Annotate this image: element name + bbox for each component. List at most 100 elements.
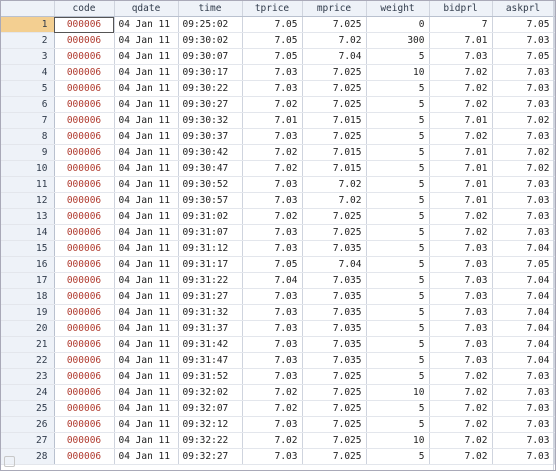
cell-mprice[interactable]: 7.025 — [302, 128, 367, 145]
cell-code[interactable]: 000006 — [54, 208, 115, 225]
column-header-weight[interactable]: weight — [366, 1, 430, 17]
cell-bidprl[interactable]: 7.02 — [429, 448, 493, 465]
cell-askprl[interactable]: 7.04 — [492, 320, 555, 337]
cell-time[interactable]: 09:32:22 — [178, 432, 243, 449]
cell-time[interactable]: 09:30:17 — [178, 64, 243, 81]
cell-tprice[interactable]: 7.03 — [242, 320, 303, 337]
cell-qdate[interactable]: 04 Jan 11 — [114, 64, 179, 81]
cell-bidprl[interactable]: 7.01 — [429, 176, 493, 193]
cell-qdate[interactable]: 04 Jan 11 — [114, 32, 179, 49]
cell-code[interactable]: 000006 — [54, 192, 115, 209]
table-row[interactable]: 26 000006 04 Jan 11 09:32:12 7.03 7.025 5 7.02 7… — [1, 416, 555, 433]
cell-time[interactable]: 09:31:22 — [178, 272, 243, 289]
cell-bidprl[interactable]: 7.03 — [429, 240, 493, 257]
column-header-bidprl[interactable]: bidprl — [429, 1, 493, 17]
table-row[interactable]: 23 000006 04 Jan 11 09:31:52 7.03 7.025 5 7.02 7… — [1, 368, 555, 385]
row-number[interactable]: 25 — [1, 400, 55, 417]
cell-bidprl[interactable]: 7.02 — [429, 96, 493, 113]
cell-code[interactable]: 000006 — [54, 256, 115, 273]
table-row[interactable]: 6 000006 04 Jan 11 09:30:27 7.02 7.025 5 7.02 7.… — [1, 96, 555, 113]
cell-time[interactable]: 09:30:37 — [178, 128, 243, 145]
cell-tprice[interactable]: 7.02 — [242, 144, 303, 161]
column-header-code[interactable]: code — [54, 1, 115, 17]
cell-time[interactable]: 09:31:07 — [178, 224, 243, 241]
cell-weight[interactable]: 5 — [366, 400, 430, 417]
cell-tprice[interactable]: 7.03 — [242, 64, 303, 81]
cell-bidprl[interactable]: 7.03 — [429, 336, 493, 353]
cell-mprice[interactable]: 7.025 — [302, 416, 367, 433]
cell-time[interactable]: 09:32:07 — [178, 400, 243, 417]
cell-bidprl[interactable]: 7.02 — [429, 432, 493, 449]
cell-time[interactable]: 09:30:27 — [178, 96, 243, 113]
cell-tprice[interactable]: 7.03 — [242, 288, 303, 305]
table-row[interactable]: 15 000006 04 Jan 11 09:31:12 7.03 7.035 5 7.03 7… — [1, 240, 555, 257]
row-number[interactable]: 15 — [1, 240, 55, 257]
cell-tprice[interactable]: 7.01 — [242, 112, 303, 129]
cell-askprl[interactable]: 7.03 — [492, 176, 555, 193]
cell-tprice[interactable]: 7.05 — [242, 48, 303, 65]
cell-time[interactable]: 09:31:32 — [178, 304, 243, 321]
cell-code[interactable]: 000006 — [54, 96, 115, 113]
cell-time[interactable]: 09:32:12 — [178, 416, 243, 433]
cell-qdate[interactable]: 04 Jan 11 — [114, 336, 179, 353]
cell-time[interactable]: 09:30:02 — [178, 32, 243, 49]
row-number[interactable]: 6 — [1, 96, 55, 113]
row-number[interactable]: 19 — [1, 304, 55, 321]
cell-code[interactable]: 000006 — [54, 128, 115, 145]
table-row[interactable]: 21 000006 04 Jan 11 09:31:42 7.03 7.035 5 7.03 7… — [1, 336, 555, 353]
cell-bidprl[interactable]: 7.02 — [429, 400, 493, 417]
cell-askprl[interactable]: 7.05 — [492, 256, 555, 273]
cell-code[interactable]: 000006 — [54, 80, 115, 97]
row-number[interactable]: 20 — [1, 320, 55, 337]
cell-tprice[interactable]: 7.03 — [242, 368, 303, 385]
cell-tprice[interactable]: 7.03 — [242, 448, 303, 465]
cell-bidprl[interactable]: 7.02 — [429, 384, 493, 401]
cell-askprl[interactable]: 7.04 — [492, 272, 555, 289]
cell-weight[interactable]: 5 — [366, 144, 430, 161]
cell-code[interactable]: 000006 — [54, 400, 115, 417]
cell-bidprl[interactable]: 7.01 — [429, 192, 493, 209]
cell-askprl[interactable]: 7.04 — [492, 336, 555, 353]
cell-bidprl[interactable]: 7.03 — [429, 256, 493, 273]
table-row[interactable]: 1 000006 04 Jan 11 09:25:02 7.05 7.025 0 7 7.05 — [1, 16, 555, 33]
cell-mprice[interactable]: 7.025 — [302, 80, 367, 97]
cell-code[interactable]: 000006 — [54, 384, 115, 401]
cell-mprice[interactable]: 7.015 — [302, 112, 367, 129]
cell-bidprl[interactable]: 7.03 — [429, 272, 493, 289]
cell-qdate[interactable]: 04 Jan 11 — [114, 432, 179, 449]
cell-bidprl[interactable]: 7.03 — [429, 288, 493, 305]
cell-weight[interactable]: 5 — [366, 272, 430, 289]
cell-time[interactable]: 09:25:02 — [178, 16, 243, 33]
cell-mprice[interactable]: 7.02 — [302, 32, 367, 49]
cell-askprl[interactable]: 7.03 — [492, 96, 555, 113]
cell-askprl[interactable]: 7.04 — [492, 352, 555, 369]
cell-time[interactable]: 09:30:47 — [178, 160, 243, 177]
cell-tprice[interactable]: 7.03 — [242, 224, 303, 241]
table-row[interactable]: 10 000006 04 Jan 11 09:30:47 7.02 7.015 5 7.01 7… — [1, 160, 555, 177]
cell-bidprl[interactable]: 7.02 — [429, 224, 493, 241]
cell-time[interactable]: 09:31:47 — [178, 352, 243, 369]
cell-mprice[interactable]: 7.025 — [302, 400, 367, 417]
cell-code[interactable]: 000006 — [54, 352, 115, 369]
row-number[interactable]: 22 — [1, 352, 55, 369]
cell-code[interactable]: 000006 — [54, 368, 115, 385]
cell-bidprl[interactable]: 7.02 — [429, 64, 493, 81]
column-header-mprice[interactable]: mprice — [302, 1, 367, 17]
column-header-tprice[interactable]: tprice — [242, 1, 303, 17]
cell-time[interactable]: 09:31:37 — [178, 320, 243, 337]
row-number[interactable]: 1 — [1, 16, 55, 33]
cell-qdate[interactable]: 04 Jan 11 — [114, 384, 179, 401]
cell-mprice[interactable]: 7.035 — [302, 336, 367, 353]
cell-code[interactable]: 000006 — [54, 272, 115, 289]
row-number[interactable]: 16 — [1, 256, 55, 273]
cell-code[interactable]: 000006 — [54, 32, 115, 49]
cell-weight[interactable]: 0 — [366, 16, 430, 33]
cell-code[interactable]: 000006 — [54, 224, 115, 241]
cell-mprice[interactable]: 7.015 — [302, 144, 367, 161]
cell-tprice[interactable]: 7.04 — [242, 272, 303, 289]
cell-qdate[interactable]: 04 Jan 11 — [114, 368, 179, 385]
cell-tprice[interactable]: 7.03 — [242, 304, 303, 321]
cell-bidprl[interactable]: 7.01 — [429, 112, 493, 129]
cell-code[interactable]: 000006 — [54, 432, 115, 449]
cell-weight[interactable]: 5 — [366, 320, 430, 337]
